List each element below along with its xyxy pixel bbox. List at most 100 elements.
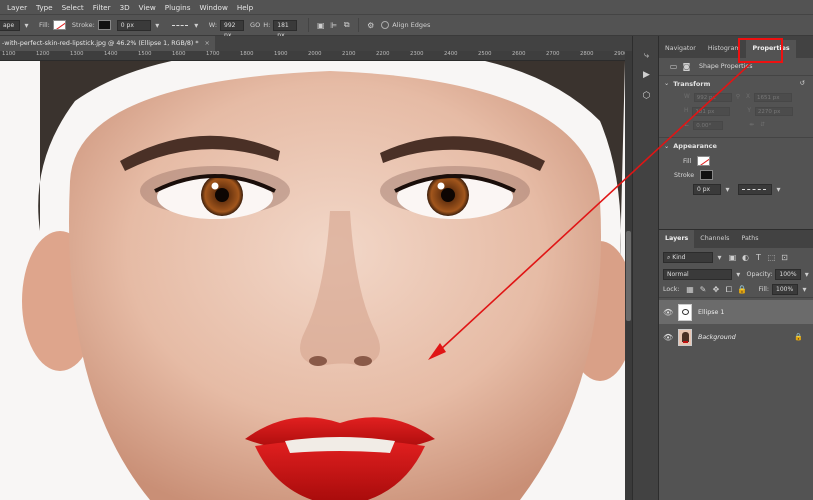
lock-icon: 🔒 xyxy=(794,333,803,341)
layers-panel: Layers Channels Paths ⌕ Kind ▾ ▣ ◐ T ⬚ ⊡… xyxy=(659,229,813,500)
panel-tool-strip: ⤷ ▶ ⬡ xyxy=(632,36,659,500)
appearance-title: Appearance xyxy=(673,142,717,150)
stroke-swatch[interactable] xyxy=(97,20,111,30)
filter-smart-object-icon[interactable]: ⊡ xyxy=(778,251,791,264)
tab-layers[interactable]: Layers xyxy=(659,230,695,248)
chevron-down-icon[interactable]: ⌄ xyxy=(664,143,669,150)
filter-shape-icon[interactable]: ⬚ xyxy=(765,251,778,264)
chevron-down-icon[interactable]: ▾ xyxy=(721,183,734,196)
path-alignment-icon[interactable]: ⊫ xyxy=(327,19,340,32)
layer-row-ellipse[interactable]: 👁 Ellipse 1 xyxy=(659,300,813,324)
tab-navigator[interactable]: Navigator xyxy=(659,40,702,58)
layer-fill-field[interactable]: 100% xyxy=(772,284,799,295)
reset-icon[interactable]: ↺ xyxy=(800,80,805,87)
chevron-down-icon[interactable]: ▾ xyxy=(798,283,811,296)
align-edges-checkbox[interactable] xyxy=(381,21,390,29)
chevron-down-icon[interactable]: ▾ xyxy=(713,251,726,264)
3d-cube-icon[interactable]: ⬡ xyxy=(640,90,653,103)
align-edges-label: Align Edges xyxy=(392,21,431,29)
menu-3d[interactable]: 3D xyxy=(120,3,130,12)
chevron-down-icon[interactable]: ▾ xyxy=(20,19,33,32)
ruler-tick-label: 2200 xyxy=(376,51,390,57)
filter-pixel-icon[interactable]: ▣ xyxy=(726,251,739,264)
transform-h-field[interactable]: 181 px xyxy=(692,106,731,116)
shape-properties-label: Shape Properties xyxy=(699,63,753,70)
flip-horizontal-icon[interactable]: ⇹ xyxy=(749,122,754,128)
ruler-tick-label: 1900 xyxy=(274,51,288,57)
tab-paths[interactable]: Paths xyxy=(735,230,764,248)
path-arrangement-icon[interactable]: ⧉ xyxy=(340,19,353,32)
separator xyxy=(308,18,310,32)
menu-help[interactable]: Help xyxy=(237,3,253,12)
appearance-stroke-width[interactable]: 0 px xyxy=(693,183,721,195)
chevron-down-icon[interactable]: ▾ xyxy=(732,268,744,281)
menu-view[interactable]: View xyxy=(139,3,156,12)
appearance-fill-swatch[interactable] xyxy=(697,156,711,166)
gear-icon[interactable]: ⚙ xyxy=(364,19,377,32)
ruler-tick-label: 2500 xyxy=(478,51,492,57)
menu-select[interactable]: Select xyxy=(62,3,84,12)
close-icon[interactable]: × xyxy=(205,40,210,47)
tab-channels[interactable]: Channels xyxy=(694,230,735,248)
layer-row-background[interactable]: 👁 Background 🔒 xyxy=(659,325,813,349)
layer-filter-select[interactable]: ⌕ Kind xyxy=(663,251,713,263)
transform-title: Transform xyxy=(673,79,711,88)
transform-y-field[interactable]: 2270 px xyxy=(754,106,793,116)
vertical-scrollbar[interactable] xyxy=(625,51,632,500)
layers-panel-tabs: Layers Channels Paths xyxy=(659,230,813,248)
chevron-down-icon[interactable]: ⌄ xyxy=(664,80,669,87)
lock-image-icon[interactable]: ✎ xyxy=(696,283,709,296)
opacity-field[interactable]: 100% xyxy=(775,268,801,280)
filter-type-icon[interactable]: T xyxy=(752,251,765,264)
lock-artboard-icon[interactable]: ⧠ xyxy=(722,283,735,296)
shape-mode-select[interactable]: ape xyxy=(0,19,20,31)
play-actions-icon[interactable]: ▶ xyxy=(640,69,653,82)
eye-icon[interactable]: 👁 xyxy=(663,308,673,317)
horizontal-ruler: 1100 1200 1300 1400 1500 1600 1700 1800 1900 2000… xyxy=(0,51,625,61)
chevron-down-icon[interactable]: ▾ xyxy=(801,268,813,281)
stroke-width-field[interactable]: 0 px xyxy=(116,19,151,31)
fill-swatch-none[interactable] xyxy=(52,20,66,30)
appearance-stroke-swatch[interactable] xyxy=(700,170,714,180)
appearance-stroke-type[interactable] xyxy=(738,183,772,195)
chevron-down-icon[interactable]: ▾ xyxy=(151,19,164,32)
transform-w-field[interactable]: 992 px xyxy=(693,92,732,102)
transform-angle-field[interactable]: 0.00° xyxy=(693,120,724,130)
lock-transparent-icon[interactable]: ▦ xyxy=(683,283,696,296)
canvas[interactable] xyxy=(0,61,625,500)
blend-mode-select[interactable]: Normal xyxy=(663,268,733,280)
menu-layer[interactable]: Layer xyxy=(7,3,27,12)
menu-window[interactable]: Window xyxy=(199,3,227,12)
path-operations-icon[interactable]: ▣ xyxy=(314,19,327,32)
menu-plugins[interactable]: Plugins xyxy=(165,3,191,12)
document-title: -with-perfect-skin-red-lipstick.jpg @ 46… xyxy=(2,40,199,47)
separator xyxy=(358,18,360,32)
height-label: H: xyxy=(263,21,271,29)
ruler-tick-label: 1500 xyxy=(138,51,152,57)
transform-h-label: H xyxy=(684,108,689,114)
width-field[interactable]: 992 px xyxy=(220,19,245,39)
history-icon[interactable]: ⤷ xyxy=(640,50,653,63)
lock-position-icon[interactable]: ✥ xyxy=(709,283,722,296)
filter-adjustment-icon[interactable]: ◐ xyxy=(739,251,752,264)
transform-x-field[interactable]: 1651 px xyxy=(753,92,792,102)
shape-layer-icon: ▭ xyxy=(669,62,678,71)
flip-vertical-icon[interactable]: ⇵ xyxy=(760,122,765,128)
appearance-stroke-label: Stroke xyxy=(674,171,695,179)
stroke-type-dash[interactable] xyxy=(171,24,188,26)
lock-all-icon[interactable]: 🔒 xyxy=(735,283,748,296)
document-tab[interactable]: -with-perfect-skin-red-lipstick.jpg @ 46… xyxy=(0,36,215,51)
transform-w-label: W xyxy=(684,94,690,100)
lock-label: Lock: xyxy=(663,286,680,293)
chevron-down-icon[interactable]: ▾ xyxy=(772,183,785,196)
menu-filter[interactable]: Filter xyxy=(93,3,111,12)
angle-icon: ∠ xyxy=(684,122,690,128)
height-field[interactable]: 181 px xyxy=(273,19,298,39)
menu-type[interactable]: Type xyxy=(36,3,53,12)
link-icon[interactable]: ⚲ xyxy=(736,94,740,100)
chevron-down-icon[interactable]: ▾ xyxy=(190,19,203,32)
link-dimensions-icon[interactable]: GO xyxy=(250,21,260,29)
eye-icon[interactable]: 👁 xyxy=(663,333,673,342)
transform-y-label: Y xyxy=(747,108,751,114)
scrollbar-thumb[interactable] xyxy=(626,231,631,321)
